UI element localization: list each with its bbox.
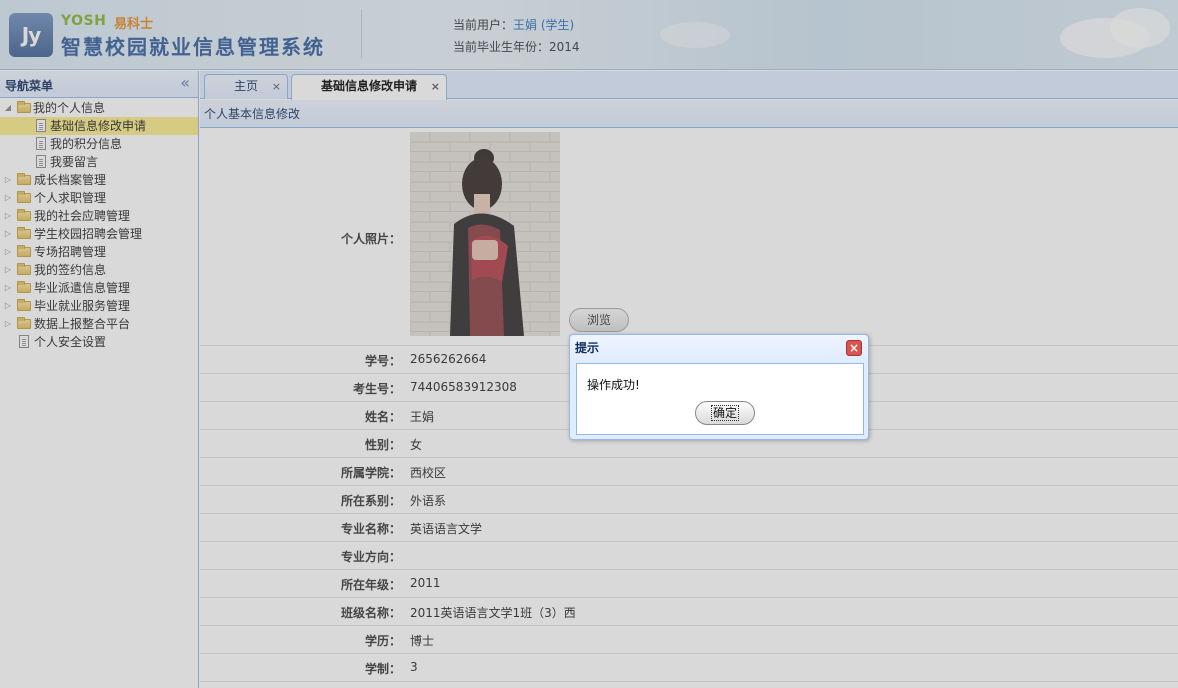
message-dialog: 提示 × 操作成功! 确定 <box>569 334 869 440</box>
dialog-titlebar[interactable]: 提示 × <box>570 335 868 361</box>
ok-button-label: 确定 <box>710 405 739 421</box>
ok-button[interactable]: 确定 <box>695 401 755 425</box>
dialog-body: 操作成功! 确定 <box>576 363 864 435</box>
dialog-message: 操作成功! <box>587 378 640 392</box>
dialog-title: 提示 <box>575 341 600 355</box>
close-icon[interactable]: × <box>846 340 862 356</box>
